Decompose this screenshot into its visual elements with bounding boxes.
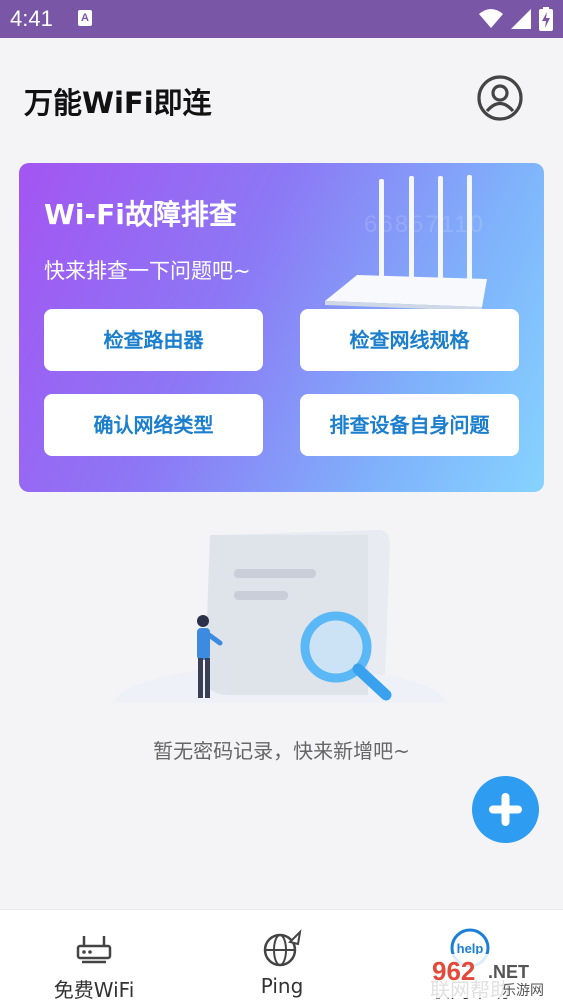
logo-suffix: .NET xyxy=(488,962,529,982)
962-watermark-logo: 962 .NET 乐游网 xyxy=(426,954,554,999)
status-time: 4:41 xyxy=(10,6,53,31)
check-cable-button[interactable]: 检查网线规格 xyxy=(300,309,519,371)
logo-number: 962 xyxy=(432,956,475,986)
app-title: 万能WiFi即连 xyxy=(24,86,212,120)
logo-subtext: 乐游网 xyxy=(502,983,544,999)
card-subtitle: 快来排查一下问题吧~ xyxy=(44,259,251,283)
check-router-button[interactable]: 检查路由器 xyxy=(44,309,263,371)
cell-signal-icon xyxy=(511,9,531,29)
wifi-signal-icon xyxy=(479,9,503,28)
empty-state-illustration xyxy=(110,530,450,715)
nav-item-ping[interactable]: Ping xyxy=(188,910,376,1003)
empty-message: 暂无密码记录，快来新增吧~ xyxy=(153,739,410,763)
globe-rocket-icon xyxy=(263,929,302,967)
nav-label-ping: Ping xyxy=(260,974,304,998)
check-network-type-button[interactable]: 确认网络类型 xyxy=(44,394,263,456)
plus-icon xyxy=(489,793,522,826)
card-title: Wi-Fi故障排查 xyxy=(44,198,237,231)
status-icons xyxy=(479,7,553,31)
troubleshoot-card: 66857110 Wi-Fi故障排查 快来排查一下问题吧~ 检查路由器 检查网线… xyxy=(19,163,544,492)
router-icon xyxy=(76,936,112,964)
account-icon[interactable] xyxy=(476,74,524,122)
battery-icon xyxy=(539,7,553,31)
check-device-button[interactable]: 排查设备自身问题 xyxy=(300,394,519,456)
router-illustration xyxy=(325,175,487,311)
notification-icon: A xyxy=(78,10,92,26)
nav-item-free-wifi[interactable]: 免费WiFi xyxy=(0,910,188,1003)
nav-label-free-wifi: 免费WiFi xyxy=(53,978,135,1002)
status-bar: 4:41 A xyxy=(0,0,563,38)
add-button[interactable] xyxy=(472,776,539,843)
